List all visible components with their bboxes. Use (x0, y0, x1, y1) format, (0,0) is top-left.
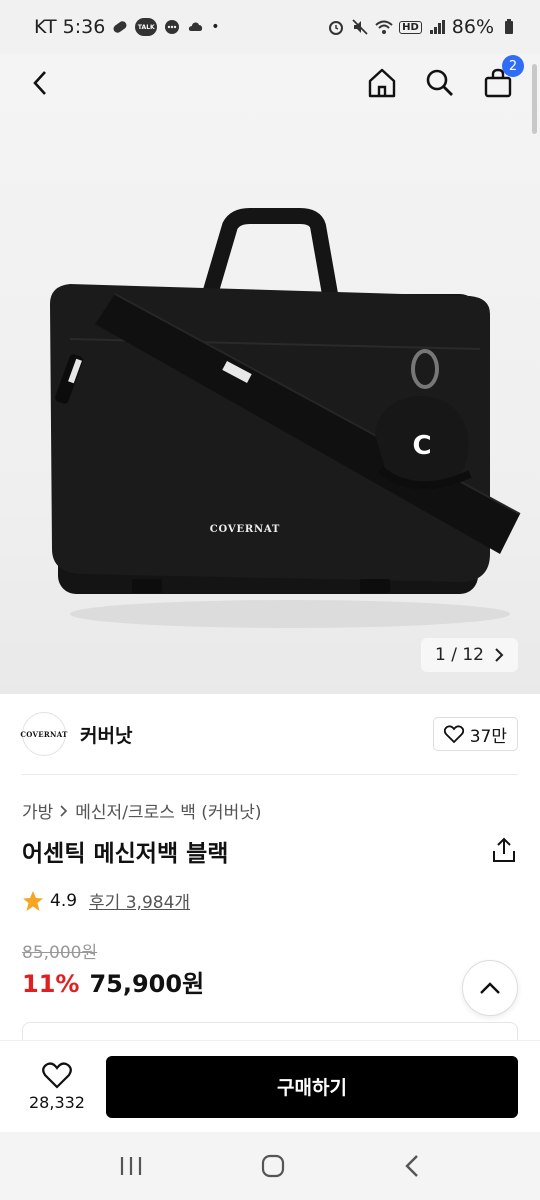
battery-icon (505, 19, 513, 34)
chevron-right-icon (60, 804, 68, 817)
product-title: 어센틱 메신저백 블랙 (22, 841, 229, 867)
price-row: 11% 75,900원 (22, 964, 204, 999)
search-button[interactable] (422, 65, 458, 101)
heart-icon (42, 1061, 72, 1089)
chevron-left-icon (33, 71, 46, 95)
breadcrumb-subcategory[interactable]: 메신저/크로스 백 (커버낫) (75, 798, 261, 823)
divider (22, 774, 518, 775)
seller-logo: COVERNAT (20, 712, 67, 756)
search-icon (426, 69, 453, 96)
notification-dot-icon: • (211, 19, 220, 35)
brand-like-count: 37만 (469, 726, 507, 747)
purchase-bar: 28,332 구매하기 (0, 1040, 540, 1132)
seller-name[interactable]: 커버낫 (80, 721, 132, 748)
carrier-time: KT 5:36 (34, 16, 106, 38)
pager-count: 1 / 12 (435, 645, 484, 665)
reviews-link[interactable]: 후기 3,984개 (89, 888, 190, 913)
sale-price: 75,900원 (89, 970, 205, 998)
cart-badge: 2 (502, 55, 524, 77)
wishlist-count: 28,332 (29, 1092, 85, 1112)
scroll-top-button[interactable] (462, 960, 518, 1016)
home-icon (368, 68, 396, 98)
heart-icon (443, 725, 464, 743)
breadcrumb-category[interactable]: 가방 (22, 798, 53, 823)
hd-icon: HD (399, 20, 422, 34)
status-bar: KT 5:36 TALK • HD 86% (0, 0, 540, 54)
system-nav-bar (0, 1132, 540, 1200)
recent-apps-icon[interactable] (118, 1154, 144, 1178)
back-button[interactable] (24, 67, 56, 99)
original-price: 85,000원 (22, 943, 98, 963)
brand-like-button[interactable]: 37만 (432, 717, 518, 751)
scrollbar[interactable] (532, 64, 537, 134)
cart-button[interactable]: 2 (480, 55, 524, 101)
talk-icon: TALK (135, 18, 158, 36)
product-image: C COVERNAT (50, 208, 521, 628)
cloud-icon (189, 22, 203, 31)
battery-percent: 86% (451, 16, 494, 38)
back-nav-icon[interactable] (402, 1153, 422, 1179)
top-nav: 2 (0, 54, 540, 112)
cap-logo: C (412, 431, 431, 461)
pill-icon (113, 21, 127, 33)
bag-brand-label: COVERNAT (210, 524, 280, 535)
product-image-carousel[interactable]: C COVERNAT 1 / 12 (0, 54, 540, 694)
share-button[interactable] (490, 836, 518, 864)
signal-icon (429, 20, 445, 34)
buy-button[interactable]: 구매하기 (106, 1055, 518, 1118)
breadcrumb: 가방 메신저/크로스 백 (커버낫) (22, 798, 261, 823)
chat-icon (165, 20, 180, 34)
chevron-right-icon (495, 648, 504, 662)
seller-row[interactable]: COVERNAT 커버낫 37만 (0, 694, 540, 774)
rating-score: 4.9 (50, 890, 78, 911)
star-icon (23, 890, 43, 911)
home-nav-icon[interactable] (260, 1153, 286, 1179)
chevron-up-icon (480, 982, 500, 994)
rating-row: 4.9 후기 3,984개 (22, 888, 190, 913)
wifi-icon (375, 20, 393, 34)
discount-rate: 11% (22, 970, 80, 998)
image-pager[interactable]: 1 / 12 (421, 638, 518, 672)
alarm-icon (329, 21, 344, 35)
wishlist-button[interactable]: 28,332 (22, 1061, 92, 1112)
home-button[interactable] (364, 65, 400, 101)
mute-icon (352, 19, 368, 35)
share-icon (493, 837, 515, 862)
